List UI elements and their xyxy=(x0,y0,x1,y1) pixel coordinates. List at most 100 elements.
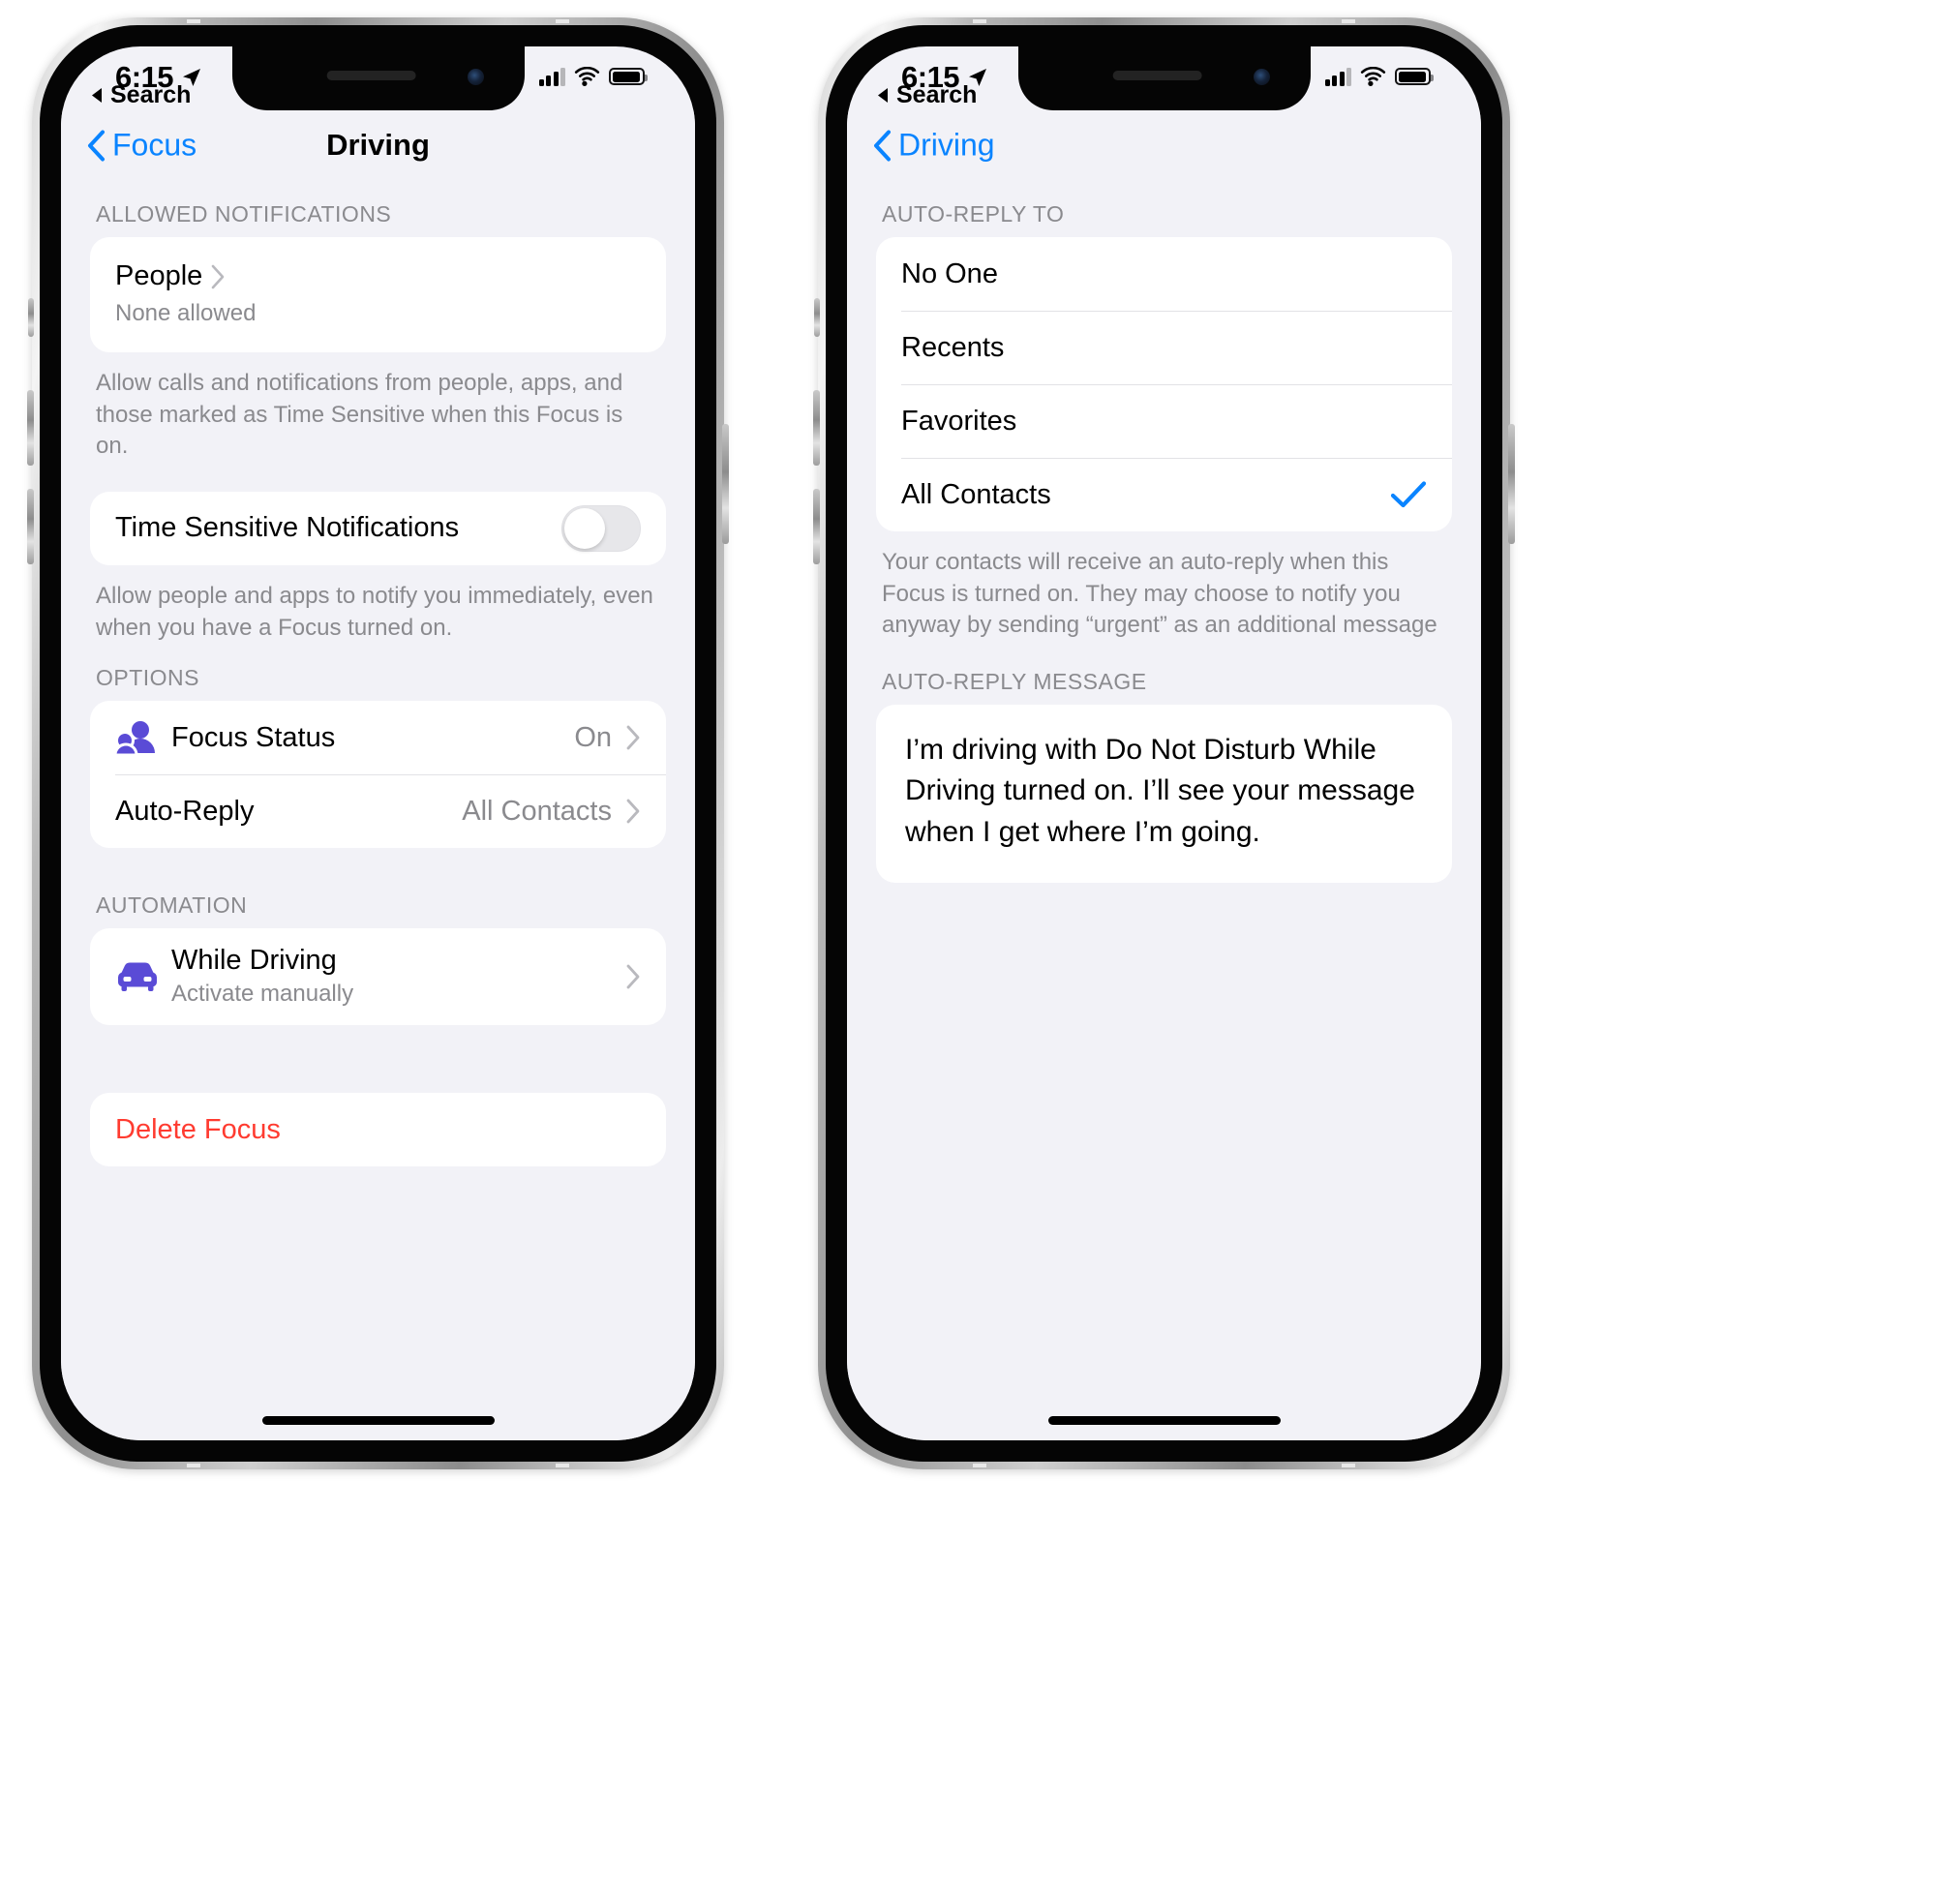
back-button-label: Driving xyxy=(898,127,995,163)
focus-status-value: On xyxy=(574,721,612,753)
nav-bar-right: Driving xyxy=(847,110,1481,180)
back-to-app-label: Search xyxy=(896,81,978,108)
chevron-right-icon xyxy=(626,799,640,824)
option-label: Favorites xyxy=(901,405,1017,437)
device-bezel-left: 6:15 Search Focus Driving ALLOWED NOTIFI… xyxy=(40,25,716,1462)
front-camera-icon xyxy=(1253,69,1270,85)
settings-list-left: ALLOWED NOTIFICATIONS People None allowe… xyxy=(61,180,695,1440)
back-button-driving[interactable]: Driving xyxy=(872,128,995,164)
chevron-right-icon xyxy=(626,964,640,989)
silent-switch-left[interactable] xyxy=(28,298,34,337)
antenna-band xyxy=(1342,1464,1355,1467)
antenna-band xyxy=(973,1464,986,1467)
time-sensitive-label: Time Sensitive Notifications xyxy=(115,512,460,544)
option-row-favorites[interactable]: Favorites xyxy=(876,384,1452,458)
chevron-left-icon xyxy=(874,130,891,161)
battery-icon xyxy=(609,68,648,85)
section-header-options: OPTIONS xyxy=(96,665,200,691)
time-sensitive-toggle[interactable] xyxy=(561,504,641,552)
delete-focus-label: Delete Focus xyxy=(115,1113,281,1145)
footnote-time-sensitive: Allow people and apps to notify you imme… xyxy=(96,582,653,641)
footnote-auto-reply-to: Your contacts will receive an auto-reply… xyxy=(882,549,1437,639)
card-delete-focus: Delete Focus xyxy=(90,1093,666,1167)
option-row-all-contacts[interactable]: All Contacts xyxy=(876,458,1452,531)
row-delete-focus[interactable]: Delete Focus xyxy=(90,1093,666,1166)
card-time-sensitive: Time Sensitive Notifications xyxy=(90,491,666,565)
row-while-driving[interactable]: While Driving Activate manually xyxy=(90,928,666,1025)
auto-reply-value: All Contacts xyxy=(462,795,612,827)
earpiece-speaker-icon xyxy=(1112,71,1202,80)
volume-down-button-right[interactable] xyxy=(813,489,820,564)
focus-status-label: Focus Status xyxy=(171,721,336,753)
antenna-band xyxy=(556,1464,569,1467)
settings-list-right: AUTO-REPLY TO No One Recents Favorites A… xyxy=(847,180,1481,1440)
status-bar-indicators xyxy=(1324,67,1434,86)
option-row-recents[interactable]: Recents xyxy=(876,311,1452,384)
antenna-band xyxy=(973,19,986,23)
device-bezel-right: 6:15 Search Driving AUTO-REPLY TO No One… xyxy=(826,25,1502,1462)
section-header-automation: AUTOMATION xyxy=(96,892,248,919)
focus-status-people-icon xyxy=(115,718,171,757)
row-auto-reply[interactable]: Auto-Reply All Contacts xyxy=(90,774,666,848)
option-label: Recents xyxy=(901,331,1005,363)
wifi-icon xyxy=(1360,67,1386,86)
back-to-search-chip-left[interactable]: Search xyxy=(90,81,191,109)
notch-right xyxy=(1017,46,1311,110)
cellular-signal-icon xyxy=(538,67,565,86)
volume-down-button-left[interactable] xyxy=(27,489,34,564)
back-to-app-label: Search xyxy=(110,81,192,108)
auto-reply-label: Auto-Reply xyxy=(115,795,255,827)
front-camera-icon xyxy=(467,69,484,85)
people-label: People xyxy=(115,260,203,291)
car-icon xyxy=(115,960,171,993)
back-triangle-icon xyxy=(92,88,102,103)
footnote-allowed-notifications: Allow calls and notifications from peopl… xyxy=(96,370,623,460)
chevron-right-icon xyxy=(212,264,225,288)
power-button-left[interactable] xyxy=(722,424,729,544)
people-row[interactable]: People xyxy=(90,237,666,300)
back-to-search-chip-right[interactable]: Search xyxy=(876,81,977,109)
option-row-no-one[interactable]: No One xyxy=(876,237,1452,311)
card-auto-reply-message[interactable]: I’m driving with Do Not Disturb While Dr… xyxy=(876,704,1452,883)
section-header-allowed-notifications: ALLOWED NOTIFICATIONS xyxy=(96,201,392,227)
section-header-auto-reply-message: AUTO-REPLY MESSAGE xyxy=(882,668,1147,694)
home-indicator-right[interactable] xyxy=(1047,1416,1281,1425)
volume-up-button-right[interactable] xyxy=(813,390,820,466)
status-bar-indicators xyxy=(538,67,648,86)
option-label: All Contacts xyxy=(901,478,1051,510)
people-detail: None allowed xyxy=(115,300,257,326)
option-label: No One xyxy=(901,257,998,289)
cellular-signal-icon xyxy=(1324,67,1351,86)
chevron-right-icon xyxy=(626,725,640,750)
card-options: Focus Status On Auto-Reply All Contacts xyxy=(90,701,666,849)
iphone-device-right: 6:15 Search Driving AUTO-REPLY TO No One… xyxy=(813,17,1515,1469)
page-title-left: Driving xyxy=(326,128,430,162)
iphone-device-left: 6:15 Search Focus Driving ALLOWED NOTIFI… xyxy=(27,17,729,1469)
home-indicator-left[interactable] xyxy=(261,1416,495,1425)
notch-left xyxy=(231,46,525,110)
while-driving-title: While Driving xyxy=(171,944,337,976)
antenna-band xyxy=(187,19,200,23)
row-focus-status[interactable]: Focus Status On xyxy=(90,701,666,774)
section-header-auto-reply-to: AUTO-REPLY TO xyxy=(882,201,1065,227)
antenna-band xyxy=(187,1464,200,1467)
auto-reply-message-text[interactable]: I’m driving with Do Not Disturb While Dr… xyxy=(905,730,1423,854)
while-driving-text-block: While Driving Activate manually xyxy=(171,945,625,1010)
battery-icon xyxy=(1395,68,1434,85)
back-triangle-icon xyxy=(878,88,888,103)
screenshot-root: 6:15 Search Focus Driving ALLOWED NOTIFI… xyxy=(0,0,1936,1904)
screen-right: 6:15 Search Driving AUTO-REPLY TO No One… xyxy=(847,46,1481,1440)
earpiece-speaker-icon xyxy=(326,71,416,80)
silent-switch-right[interactable] xyxy=(814,298,820,337)
antenna-band xyxy=(556,19,569,23)
antenna-band xyxy=(1342,19,1355,23)
card-allowed-notifications: People None allowed xyxy=(90,237,666,352)
volume-up-button-left[interactable] xyxy=(27,390,34,466)
screen-left: 6:15 Search Focus Driving ALLOWED NOTIFI… xyxy=(61,46,695,1440)
power-button-right[interactable] xyxy=(1508,424,1515,544)
while-driving-subtitle: Activate manually xyxy=(171,981,354,1008)
row-time-sensitive-notifications[interactable]: Time Sensitive Notifications xyxy=(90,492,666,565)
nav-bar-left: Focus Driving xyxy=(61,110,695,180)
card-auto-reply-to: No One Recents Favorites All Contacts xyxy=(876,237,1452,531)
wifi-icon xyxy=(574,67,600,86)
